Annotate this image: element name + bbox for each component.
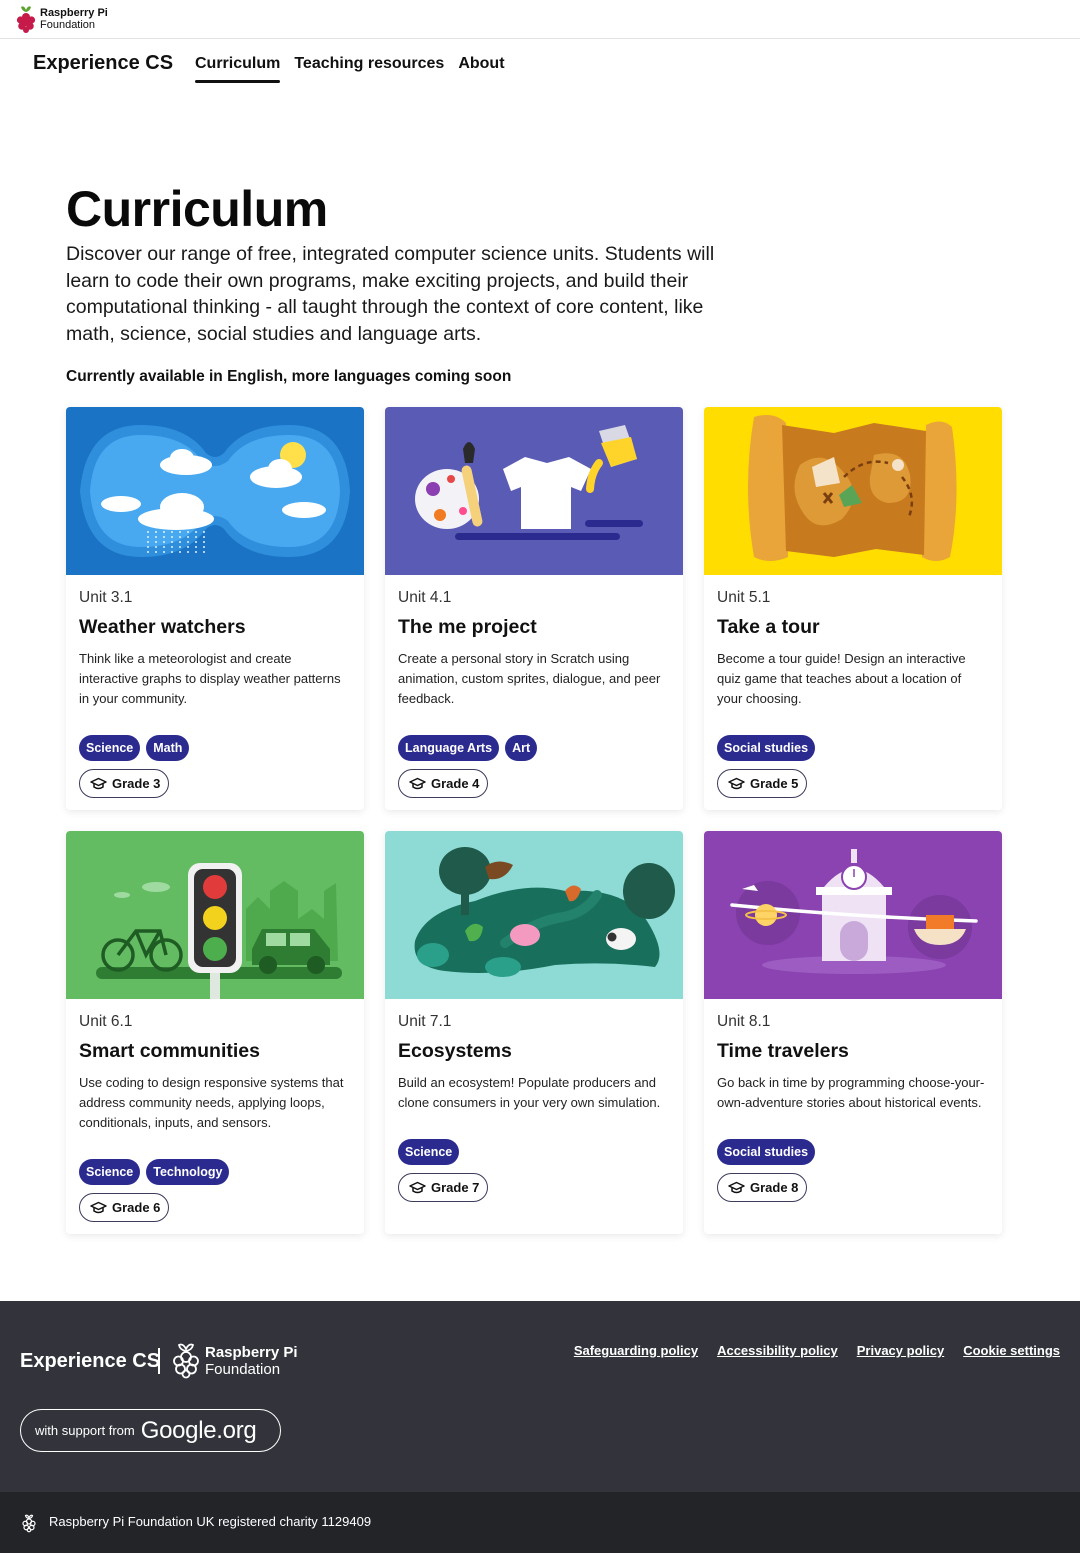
subject-tag: Science bbox=[398, 1139, 460, 1165]
grade-badge: Grade 8 bbox=[717, 1173, 808, 1202]
unit-title[interactable]: Weather watchers bbox=[79, 616, 351, 639]
brand-line-2: Foundation bbox=[40, 19, 96, 31]
graduation-cap-icon bbox=[728, 1181, 745, 1193]
time-travelers-illustration bbox=[704, 831, 1002, 999]
smart-communities-illustration bbox=[66, 831, 364, 999]
page-title: Curriculum bbox=[66, 181, 328, 237]
ecosystems-illustration bbox=[385, 831, 683, 999]
footer-divider bbox=[158, 1348, 160, 1374]
subject-tags: Social studies bbox=[717, 1139, 816, 1165]
site-title[interactable]: Experience CS bbox=[33, 52, 173, 75]
raspberry-pi-logo-icon bbox=[22, 1514, 36, 1533]
charity-bar: Raspberry Pi Foundation UK registered ch… bbox=[0, 1492, 1080, 1553]
grade-badge: Grade 3 bbox=[79, 769, 170, 798]
grade-badge: Grade 7 bbox=[398, 1173, 489, 1202]
unit-description: Build an ecosystem! Populate producers a… bbox=[398, 1075, 661, 1110]
unit-description: Think like a meteorologist and create in… bbox=[79, 651, 341, 706]
footer-links: Safeguarding policy Accessibility policy… bbox=[574, 1343, 1060, 1358]
subject-tag: Science bbox=[79, 1159, 141, 1185]
nav-curriculum[interactable]: Curriculum bbox=[195, 55, 281, 83]
charity-statement: Raspberry Pi Foundation UK registered ch… bbox=[49, 1514, 372, 1529]
support-prefix: with support from bbox=[35, 1423, 135, 1438]
unit-number: Unit 8.1 bbox=[717, 1013, 771, 1030]
top-brand-bar: Raspberry Pi Foundation bbox=[0, 0, 1080, 39]
graduation-cap-icon bbox=[409, 777, 426, 789]
grade-label: Grade 5 bbox=[750, 776, 799, 791]
grade-badge: Grade 6 bbox=[79, 1193, 170, 1222]
grade-label: Grade 6 bbox=[112, 1200, 161, 1215]
unit-title[interactable]: Ecosystems bbox=[398, 1040, 670, 1063]
subject-tags: Science Math bbox=[79, 735, 190, 761]
unit-description: Go back in time by programming choose-yo… bbox=[717, 1075, 985, 1110]
cookie-settings-link[interactable]: Cookie settings bbox=[963, 1343, 1060, 1358]
raspberry-pi-logo-icon[interactable] bbox=[170, 1341, 202, 1379]
privacy-policy-link[interactable]: Privacy policy bbox=[857, 1343, 944, 1358]
subject-tag: Language Arts bbox=[398, 735, 500, 761]
unit-card-weather-watchers[interactable]: Unit 3.1 Weather watchers Think like a m… bbox=[66, 407, 364, 810]
subject-tag: Math bbox=[146, 735, 190, 761]
graduation-cap-icon bbox=[728, 777, 745, 789]
graduation-cap-icon bbox=[90, 777, 107, 789]
unit-description: Use coding to design responsive systems … bbox=[79, 1075, 344, 1130]
main-nav: Curriculum Teaching resources About bbox=[195, 55, 505, 83]
grade-label: Grade 8 bbox=[750, 1180, 799, 1195]
accessibility-policy-link[interactable]: Accessibility policy bbox=[717, 1343, 838, 1358]
unit-description: Create a personal story in Scratch using… bbox=[398, 651, 661, 706]
brand-line-1: Raspberry Pi bbox=[40, 7, 108, 19]
footer-org-line-2: Foundation bbox=[205, 1361, 281, 1378]
weather-watchers-illustration bbox=[66, 407, 364, 575]
unit-card-time-travelers[interactable]: Unit 8.1 Time travelers Go back in time … bbox=[704, 831, 1002, 1234]
grade-badge: Grade 5 bbox=[717, 769, 808, 798]
grade-label: Grade 3 bbox=[112, 776, 161, 791]
unit-description: Become a tour guide! Design an interacti… bbox=[717, 651, 966, 706]
unit-number: Unit 7.1 bbox=[398, 1013, 452, 1030]
unit-number: Unit 5.1 bbox=[717, 589, 771, 606]
subject-tag: Science bbox=[79, 735, 141, 761]
nav-teaching-resources[interactable]: Teaching resources bbox=[294, 55, 444, 81]
google-support-badge[interactable]: with support from Google.org bbox=[20, 1409, 281, 1452]
unit-number: Unit 3.1 bbox=[79, 589, 133, 606]
grade-label: Grade 7 bbox=[431, 1180, 480, 1195]
take-a-tour-illustration bbox=[704, 407, 1002, 575]
unit-number: Unit 6.1 bbox=[79, 1013, 133, 1030]
subject-tag: Technology bbox=[146, 1159, 230, 1185]
unit-card-smart-communities[interactable]: Unit 6.1 Smart communities Use coding to… bbox=[66, 831, 364, 1234]
subject-tags: Language Arts Art bbox=[398, 735, 538, 761]
subject-tag: Social studies bbox=[717, 735, 816, 761]
raspberry-pi-logo-icon[interactable] bbox=[14, 4, 38, 34]
availability-note: Currently available in English, more lan… bbox=[66, 368, 512, 385]
nav-about[interactable]: About bbox=[458, 55, 504, 81]
unit-title[interactable]: Smart communities bbox=[79, 1040, 351, 1063]
unit-card-take-a-tour[interactable]: Unit 5.1 Take a tour Become a tour guide… bbox=[704, 407, 1002, 810]
graduation-cap-icon bbox=[409, 1181, 426, 1193]
google-org-logo: Google.org bbox=[140, 1416, 257, 1444]
unit-title[interactable]: Time travelers bbox=[717, 1040, 989, 1063]
subject-tags: Science bbox=[398, 1139, 460, 1165]
grade-label: Grade 4 bbox=[431, 776, 480, 791]
unit-title[interactable]: The me project bbox=[398, 616, 670, 639]
unit-number: Unit 4.1 bbox=[398, 589, 452, 606]
subject-tag: Art bbox=[505, 735, 538, 761]
footer-site-title[interactable]: Experience CS bbox=[20, 1350, 160, 1373]
subject-tags: Social studies bbox=[717, 735, 816, 761]
grade-badge: Grade 4 bbox=[398, 769, 489, 798]
graduation-cap-icon bbox=[90, 1201, 107, 1213]
brand-text[interactable]: Raspberry Pi Foundation bbox=[40, 7, 108, 31]
the-me-project-illustration bbox=[385, 407, 683, 575]
safeguarding-policy-link[interactable]: Safeguarding policy bbox=[574, 1343, 698, 1358]
footer-org-name: Raspberry Pi Foundation bbox=[205, 1344, 298, 1378]
site-footer: Experience CS Raspberry Pi Foundation Sa… bbox=[0, 1301, 1080, 1492]
unit-title[interactable]: Take a tour bbox=[717, 616, 989, 639]
unit-card-the-me-project[interactable]: Unit 4.1 The me project Create a persona… bbox=[385, 407, 683, 810]
page-intro: Discover our range of free, integrated c… bbox=[66, 243, 715, 345]
footer-org-line-1: Raspberry Pi bbox=[205, 1344, 298, 1361]
subject-tags: Science Technology bbox=[79, 1159, 230, 1185]
subject-tag: Social studies bbox=[717, 1139, 816, 1165]
unit-card-ecosystems[interactable]: Unit 7.1 Ecosystems Build an ecosystem! … bbox=[385, 831, 683, 1234]
